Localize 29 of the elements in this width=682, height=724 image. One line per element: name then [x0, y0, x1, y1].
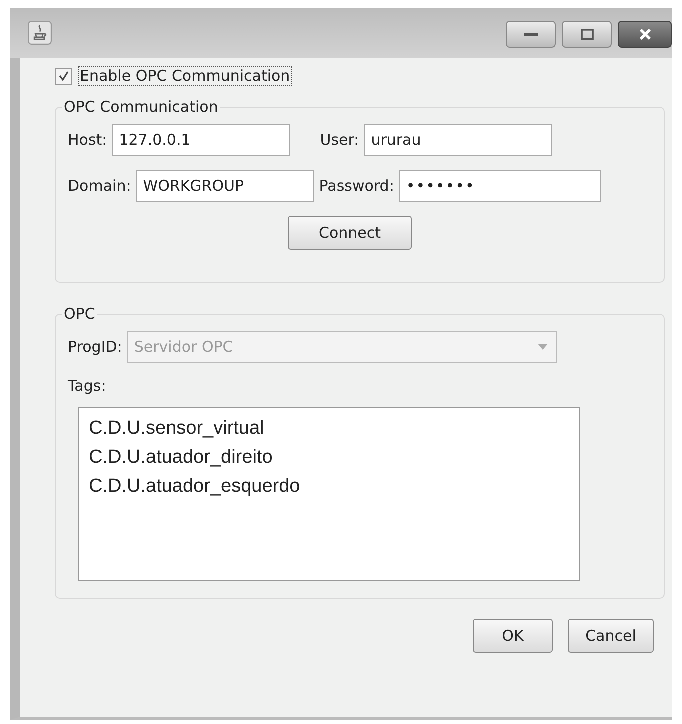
connect-button[interactable]: Connect: [288, 216, 412, 250]
field-label: ProgID:: [68, 338, 122, 356]
field-label: Host:: [68, 131, 108, 149]
user-field[interactable]: ururau: [364, 124, 552, 156]
list-item[interactable]: C.D.U.atuador_esquerdo: [89, 472, 569, 501]
maximize-button[interactable]: [562, 21, 612, 48]
minimize-button[interactable]: [506, 21, 556, 48]
close-icon: [640, 29, 650, 40]
maximize-icon: [580, 29, 594, 40]
checkbox[interactable]: [55, 68, 72, 84]
field-label: Password:: [319, 177, 394, 195]
ok-button[interactable]: OK: [473, 619, 553, 653]
cancel-button[interactable]: Cancel: [568, 619, 654, 653]
enable-checkbox[interactable]: Enable OPC Communication: [55, 66, 664, 86]
list-item[interactable]: C.D.U.sensor_virtual: [89, 414, 569, 443]
field-label: Domain:: [68, 177, 132, 195]
password-field[interactable]: •••••••: [399, 170, 602, 202]
domain-field[interactable]: WORKGROUP: [136, 170, 314, 202]
minimize-icon: [524, 32, 538, 36]
caret-icon: [538, 344, 548, 350]
list-item[interactable]: C.D.U.atuador_direito: [89, 443, 569, 472]
field-label: User:: [320, 131, 360, 149]
java-cup-icon: [28, 21, 52, 45]
group-title: OPC Communication: [63, 98, 220, 116]
checkbox-label: Enable OPC Communication: [78, 66, 292, 86]
close-button[interactable]: [618, 21, 672, 48]
group-title: OPC: [63, 305, 96, 323]
host-field[interactable]: 127.0.0.1: [112, 124, 290, 156]
field-label: Tags:: [68, 377, 108, 395]
